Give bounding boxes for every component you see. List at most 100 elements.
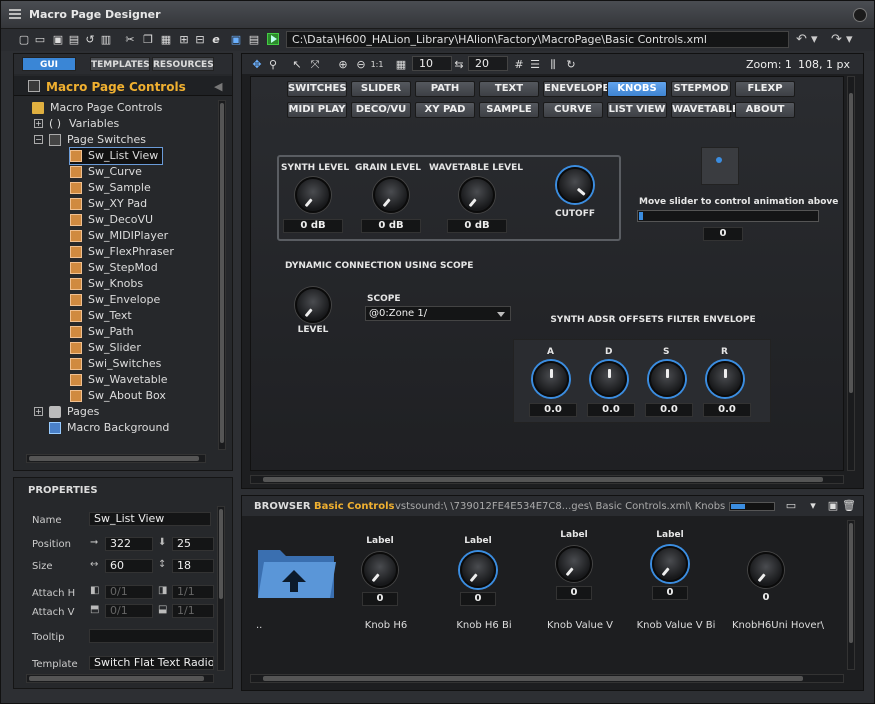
- template-field[interactable]: Switch Flat Text Radio: [89, 656, 214, 670]
- tree-item[interactable]: Sw_Text: [70, 308, 132, 324]
- redo-icon[interactable]: ↷ ▾: [831, 32, 865, 48]
- distribute-icon[interactable]: ⫼: [546, 58, 560, 72]
- tree-vertical-scrollbar[interactable]: [218, 100, 226, 450]
- scope-dropdown[interactable]: @0:Zone 1/: [365, 306, 511, 321]
- adsr-knob[interactable]: [649, 361, 685, 397]
- canvas-vertical-scrollbar[interactable]: [847, 76, 855, 471]
- browser-item-caption[interactable]: Knob Value V: [540, 620, 620, 631]
- open-folder-icon[interactable]: ▭: [33, 33, 47, 47]
- adsr-knob[interactable]: [533, 361, 569, 397]
- page-switch-button[interactable]: XY PAD: [415, 102, 475, 118]
- size-h-field[interactable]: 18: [172, 559, 214, 573]
- grid-icon[interactable]: ▦: [394, 58, 408, 72]
- browser-zoom-meter[interactable]: [729, 502, 775, 511]
- edit-icon[interactable]: e: [209, 33, 223, 47]
- expand-toggle-icon[interactable]: +: [34, 407, 43, 416]
- page-switch-button[interactable]: PATH: [415, 81, 475, 97]
- refresh-icon[interactable]: ↻: [564, 58, 578, 72]
- knob-value[interactable]: 0 dB: [361, 219, 421, 233]
- browser-vertical-scrollbar[interactable]: [847, 520, 855, 670]
- knob-value[interactable]: 0 dB: [447, 219, 507, 233]
- library-icon[interactable]: ▤: [247, 33, 261, 47]
- page-switch-button[interactable]: TEXT: [479, 81, 539, 97]
- browser-horizontal-scrollbar[interactable]: [250, 674, 844, 683]
- tree-item[interactable]: Sw_Envelope: [70, 292, 160, 308]
- tab-gui[interactable]: GUI: [22, 57, 76, 71]
- view-icon[interactable]: ▣: [229, 33, 243, 47]
- level-knob[interactable]: [295, 287, 331, 323]
- grid-step-icon[interactable]: ⇆: [452, 58, 466, 72]
- attach-h-right-field[interactable]: 1/1: [172, 585, 214, 599]
- page-switch-button[interactable]: SLIDER: [351, 81, 411, 97]
- attach-v-top-field[interactable]: 0/1: [105, 604, 153, 618]
- tree-item[interactable]: Sw_FlexPhraser: [70, 244, 174, 260]
- name-field[interactable]: Sw_List View: [89, 512, 211, 526]
- adsr-value[interactable]: 0.0: [587, 403, 635, 417]
- collapse-arrow-icon[interactable]: ◀: [214, 80, 222, 93]
- slider-value[interactable]: 0: [703, 227, 743, 241]
- tree-item[interactable]: Sw_Slider: [70, 340, 141, 356]
- page-switch-button[interactable]: MIDI PLAY: [287, 102, 347, 118]
- page-switch-button[interactable]: KNOBS: [607, 81, 667, 97]
- page-switch-button[interactable]: FLEXP: [735, 81, 795, 97]
- zoom-tool-icon[interactable]: ⚲: [266, 58, 280, 72]
- undo-icon[interactable]: ↶ ▾: [796, 32, 830, 48]
- tree-item[interactable]: Sw_StepMod: [70, 260, 158, 276]
- save-preset-icon[interactable]: ▣: [826, 499, 840, 513]
- save-icon[interactable]: ▣: [51, 33, 65, 47]
- zoom-out-icon[interactable]: ⊖: [354, 58, 368, 72]
- save-as-icon[interactable]: ▤: [67, 33, 81, 47]
- paste-icon[interactable]: ▦: [159, 33, 173, 47]
- slider-handle[interactable]: [639, 212, 643, 220]
- browser-knob-preview[interactable]: [652, 546, 688, 582]
- tree-item[interactable]: Sw_Path: [70, 324, 134, 340]
- position-y-field[interactable]: 25: [172, 537, 214, 551]
- properties-vertical-scrollbar[interactable]: [217, 506, 225, 671]
- browser-knob-preview[interactable]: [556, 546, 592, 582]
- adsr-knob[interactable]: [591, 361, 627, 397]
- tree-item[interactable]: Sw_DecoVU: [70, 212, 153, 228]
- move-tool-icon[interactable]: ✥: [250, 58, 264, 72]
- play-test-icon[interactable]: [267, 33, 279, 45]
- tree-item[interactable]: + ( ) Variables: [34, 116, 119, 132]
- delete-icon[interactable]: ▥: [99, 33, 113, 47]
- menu-icon[interactable]: [9, 9, 21, 21]
- grid-y-field[interactable]: 20: [468, 56, 508, 71]
- browser-item-caption[interactable]: Knob Value V Bi: [636, 620, 716, 631]
- knob-control[interactable]: [557, 167, 593, 203]
- tree-item[interactable]: + Pages: [34, 404, 99, 420]
- select-tool-icon[interactable]: ↖: [290, 58, 304, 72]
- revert-icon[interactable]: ↺: [83, 33, 97, 47]
- expand-toggle-icon[interactable]: +: [34, 119, 43, 128]
- properties-horizontal-scrollbar[interactable]: [26, 674, 214, 683]
- tree-item[interactable]: Sw_MIDIPlayer: [70, 228, 168, 244]
- size-w-field[interactable]: 60: [105, 559, 153, 573]
- browser-knob-preview[interactable]: [362, 552, 398, 588]
- tree-item[interactable]: Sw_List View: [68, 147, 164, 165]
- tooltip-field[interactable]: [89, 629, 214, 643]
- knob-control[interactable]: [459, 177, 495, 213]
- adsr-value[interactable]: 0.0: [645, 403, 693, 417]
- tree-horizontal-scrollbar[interactable]: [26, 454, 206, 463]
- page-switch-button[interactable]: ENEVELOPE: [543, 81, 609, 97]
- browser-knob-preview[interactable]: [748, 552, 784, 588]
- grid-x-field[interactable]: 10: [412, 56, 452, 71]
- tab-templates[interactable]: TEMPLATES: [90, 57, 150, 71]
- adsr-value[interactable]: 0.0: [703, 403, 751, 417]
- align-icon[interactable]: ☰: [528, 58, 542, 72]
- tree-item[interactable]: Sw_Wavetable: [70, 372, 168, 388]
- cut-icon[interactable]: ✂: [123, 33, 137, 47]
- tree-item[interactable]: Sw_Curve: [70, 164, 142, 180]
- window-menu-button[interactable]: [853, 8, 867, 22]
- adsr-knob[interactable]: [707, 361, 743, 397]
- remove-icon[interactable]: ⊟: [193, 33, 207, 47]
- page-switch-button[interactable]: DECO/VU: [351, 102, 411, 118]
- tree-item[interactable]: Sw_XY Pad: [70, 196, 147, 212]
- animation-slider[interactable]: [637, 210, 819, 222]
- page-switch-button[interactable]: SAMPLE: [479, 102, 539, 118]
- knob-control[interactable]: [373, 177, 409, 213]
- tree-item[interactable]: Sw_About Box: [70, 388, 166, 404]
- tab-resources[interactable]: RESOURCES: [152, 57, 214, 71]
- expand-toggle-icon[interactable]: −: [34, 135, 43, 144]
- dropdown-icon[interactable]: ▾: [806, 499, 820, 513]
